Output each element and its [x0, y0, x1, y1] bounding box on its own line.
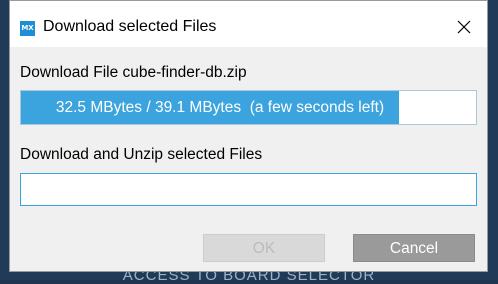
- cancel-button[interactable]: Cancel: [353, 234, 475, 262]
- unzip-label: Download and Unzip selected Files: [20, 146, 263, 163]
- download-progress-text: 32.5 MBytes / 39.1 MBytes (a few seconds…: [55, 99, 385, 116]
- download-file-label: Download File cube-finder-db.zip: [20, 64, 247, 81]
- ok-button[interactable]: OK: [203, 234, 325, 262]
- stm32cubemx-logo-icon: MX: [20, 21, 35, 36]
- download-dialog: MX Download selected Files Download File…: [9, 0, 488, 272]
- download-progress-bar: 32.5 MBytes / 39.1 MBytes (a few seconds…: [20, 90, 477, 125]
- close-button[interactable]: [441, 9, 487, 45]
- unzip-progress-bar: [20, 173, 477, 206]
- title-bar: MX Download selected Files: [10, 1, 487, 47]
- close-icon: [457, 20, 471, 34]
- dialog-title: Download selected Files: [43, 18, 217, 35]
